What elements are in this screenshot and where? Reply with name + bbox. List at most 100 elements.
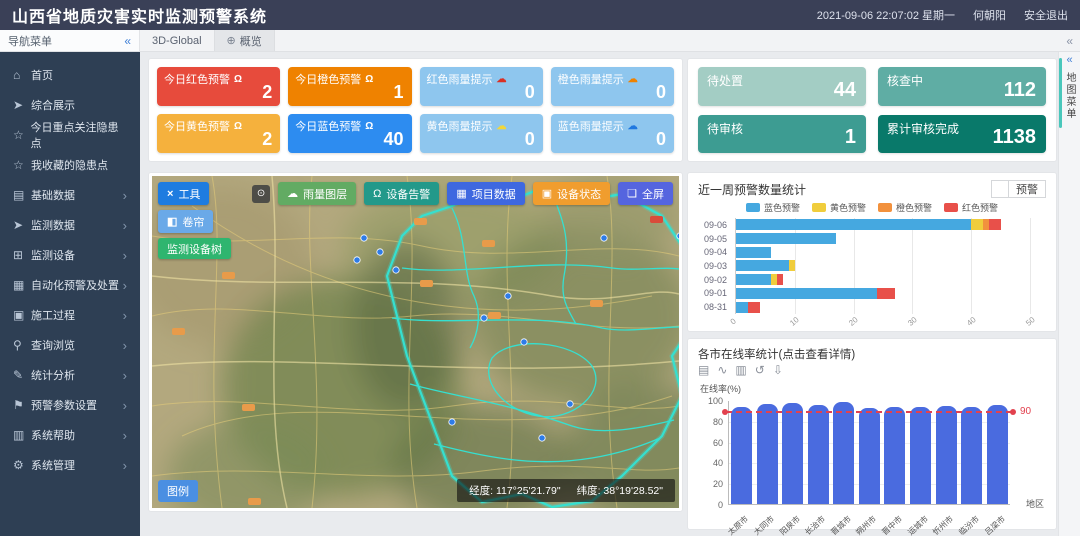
line-chart-icon[interactable]: ∿ — [717, 364, 727, 376]
warning-card[interactable]: 黄色雨量提示☁0 — [420, 114, 543, 153]
map-locate-icon[interactable]: ⊙ — [252, 185, 270, 203]
city-online-bar[interactable] — [782, 403, 803, 504]
warning-card-label: 今日黄色预警 — [164, 118, 230, 134]
toggle-blank-segment[interactable] — [991, 180, 1009, 198]
stacked-bar[interactable] — [736, 247, 1030, 258]
sidebar-item[interactable]: ☆今日重点关注隐患点 — [0, 120, 140, 150]
legend-item[interactable]: 红色预警 — [944, 201, 998, 214]
province-map[interactable] — [152, 176, 679, 508]
stacked-bar[interactable] — [736, 274, 1030, 285]
city-online-bar[interactable] — [757, 404, 778, 504]
sidebar-item[interactable]: ▦自动化预警及处置› — [0, 270, 140, 300]
city-online-bar[interactable] — [833, 402, 854, 504]
stacked-bar[interactable] — [736, 288, 1030, 299]
map-layer-button[interactable]: ▦项目数据 — [447, 182, 524, 205]
warning-card[interactable]: 今日红色预警Ω2 — [157, 67, 280, 106]
status-card[interactable]: 核查中112 — [878, 67, 1046, 106]
bar-chart-icon[interactable]: ▥ — [735, 364, 746, 376]
city-online-bar[interactable] — [808, 405, 829, 504]
sidebar-item[interactable]: ➤综合展示 — [0, 90, 140, 120]
sidebar-item[interactable]: ⚙系统管理› — [0, 450, 140, 480]
subbar-spacer — [275, 30, 1060, 51]
city-online-bar[interactable] — [961, 407, 982, 504]
warning-card[interactable]: 红色雨量提示☁0 — [420, 67, 543, 106]
map-layer-button[interactable]: ☁雨量图层 — [278, 182, 356, 205]
map-button-卷帘[interactable]: ◧卷帘 — [158, 210, 213, 233]
stacked-bar[interactable] — [736, 219, 1030, 230]
chart1-bar-row — [736, 218, 1030, 232]
map-layer-button[interactable]: Ω设备告警 — [364, 182, 439, 205]
chevron-right-icon: › — [123, 459, 127, 472]
rain-cloud-icon: ☁ — [628, 74, 638, 85]
status-card-value: 112 — [1004, 79, 1036, 102]
status-card[interactable]: 累计审核完成1138 — [878, 115, 1046, 154]
rain-cloud-icon: ☁ — [628, 121, 638, 132]
city-online-bar[interactable] — [884, 407, 905, 504]
map-legend-button[interactable]: 图例 — [158, 480, 198, 502]
data-view-icon[interactable]: ▤ — [698, 364, 709, 376]
legend-item[interactable]: 橙色预警 — [878, 201, 932, 214]
city-online-bar[interactable] — [910, 407, 931, 504]
sidebar-item[interactable]: ▣施工过程› — [0, 300, 140, 330]
warning-card-value: 40 — [383, 129, 403, 150]
status-card[interactable]: 待审核1 — [698, 115, 866, 154]
sidebar-item[interactable]: ⚲查询浏览› — [0, 330, 140, 360]
stacked-bar[interactable] — [736, 260, 1030, 271]
collapse-left-icon[interactable]: « — [124, 34, 131, 48]
sidebar-item-label: 查询浏览 — [31, 337, 75, 353]
download-icon[interactable]: ⇩ — [773, 364, 783, 376]
username[interactable]: 何朝阳 — [973, 7, 1006, 23]
warning-card[interactable]: 今日黄色预警Ω2 — [157, 114, 280, 153]
bar-segment — [748, 302, 760, 313]
warning-card[interactable]: 橙色雨量提示☁0 — [551, 67, 674, 106]
chart1-bar-row — [736, 273, 1030, 287]
map-layer-button[interactable]: ▣设备状态 — [533, 182, 610, 205]
city-online-bar[interactable] — [859, 408, 880, 504]
collapse-strip-icon[interactable]: « — [1059, 54, 1080, 66]
legend-item[interactable]: 黄色预警 — [812, 201, 866, 214]
sidebar-item[interactable]: ▥系统帮助› — [0, 420, 140, 450]
chart1-bar-row — [736, 232, 1030, 246]
sidebar-item[interactable]: ✎统计分析› — [0, 360, 140, 390]
sidebar-item[interactable]: ⚑预警参数设置› — [0, 390, 140, 420]
stacked-bar[interactable] — [736, 233, 1030, 244]
tab-3d-global[interactable]: 3D-Global — [140, 30, 215, 51]
toggle-warning-segment[interactable]: 预警 — [1009, 180, 1046, 198]
legend-label: 橙色预警 — [896, 201, 932, 214]
warning-card[interactable]: 今日橙色预警Ω1 — [288, 67, 411, 106]
city-online-bar[interactable] — [936, 406, 957, 504]
collapse-right-icon[interactable]: « — [1059, 30, 1080, 51]
warning-card[interactable]: 今日蓝色预警Ω40 — [288, 114, 411, 153]
sidebar-item[interactable]: ▤基础数据› — [0, 180, 140, 210]
tab-overview[interactable]: ⊕ 概览 — [215, 30, 275, 51]
city-online-bar[interactable] — [731, 407, 752, 504]
legend-item[interactable]: 蓝色预警 — [746, 201, 800, 214]
scrollbar-thumb[interactable] — [1059, 58, 1062, 128]
map-layer-button[interactable]: ❏全屏 — [618, 182, 673, 205]
map-button-label: 项目数据 — [472, 186, 516, 202]
warning-card[interactable]: 蓝色雨量提示☁0 — [551, 114, 674, 153]
monitor-data-icon: ➤ — [13, 218, 31, 232]
sidebar-item[interactable]: ☆我收藏的隐患点 — [0, 150, 140, 180]
chevron-right-icon: › — [123, 219, 127, 232]
tab-label: 概览 — [240, 33, 262, 49]
rain-cloud-icon: ☁ — [497, 121, 507, 132]
city-online-bar[interactable] — [987, 405, 1008, 504]
warning-toggle[interactable]: 预警 — [991, 180, 1046, 198]
refresh-icon[interactable]: ↺ — [755, 364, 765, 376]
map-menu-vertical-tab[interactable]: 地图菜单 — [1062, 72, 1077, 120]
device-tree-button[interactable]: 监测设备树 — [158, 238, 231, 259]
map-button-label: 设备状态 — [557, 186, 601, 202]
legend-label: 黄色预警 — [830, 201, 866, 214]
logout-button[interactable]: 安全退出 — [1024, 7, 1068, 23]
map-button-工具[interactable]: ×工具 — [158, 182, 209, 205]
chart1-title: 近一周预警数量统计 — [698, 181, 806, 198]
sidebar-item[interactable]: ⌂首页 — [0, 60, 140, 90]
map-canvas[interactable]: ×工具 ◧卷帘监测设备树 ⊙ ☁雨量图层 Ω设备告警 ▦项目数据 ▣设备状态 ❏全屏 图例… — [152, 176, 679, 508]
chevron-right-icon: › — [123, 369, 127, 382]
stacked-bar[interactable] — [736, 302, 1030, 313]
sidebar-item[interactable]: ⊞监测设备› — [0, 240, 140, 270]
status-card[interactable]: 待处置44 — [698, 67, 866, 106]
chart2-y-tick: 100 — [699, 396, 723, 406]
sidebar-item[interactable]: ➤监测数据› — [0, 210, 140, 240]
